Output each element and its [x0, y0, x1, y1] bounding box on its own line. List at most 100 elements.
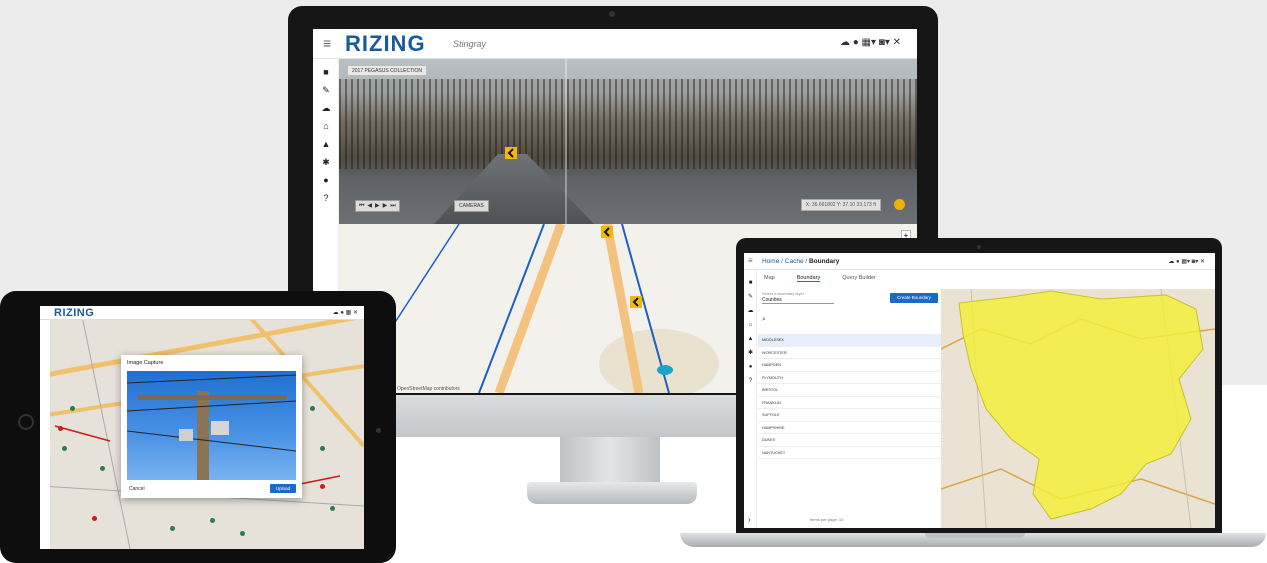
- selected-asset-point[interactable]: [58, 426, 63, 431]
- row-name: SUFFOLK: [762, 413, 780, 417]
- laptop-tabs: Map Boundary Query Builder: [764, 275, 876, 282]
- edit-icon[interactable]: ✎: [321, 85, 331, 95]
- selected-asset-point[interactable]: [92, 516, 97, 521]
- cloud-icon[interactable]: ☁: [321, 103, 331, 113]
- boundary-map[interactable]: [941, 289, 1215, 528]
- asset-point[interactable]: [240, 531, 245, 536]
- first-frame-icon[interactable]: ⏮: [359, 201, 364, 211]
- boundary-table: MIDDLESEX WORCESTER HAMPDEN PLYMOUTH BRI…: [758, 334, 941, 459]
- utility-pole-image: [127, 374, 296, 480]
- asset-point[interactable]: [330, 506, 335, 511]
- street-panorama[interactable]: 2017 PEGASUS COLLECTION ⏮ ◀ ▶ ▶ ⏭ CAMERA…: [339, 59, 917, 224]
- table-row[interactable]: DUKES: [758, 434, 941, 447]
- shapes-icon[interactable]: ▲: [321, 139, 331, 149]
- search-icon[interactable]: ⌕: [762, 316, 766, 324]
- info-icon[interactable]: ●: [321, 175, 331, 185]
- asset-point[interactable]: [170, 526, 175, 531]
- shapes-icon[interactable]: ▲: [747, 336, 754, 343]
- edit-icon[interactable]: ✎: [747, 294, 754, 301]
- chevron-sign-icon: [630, 296, 642, 308]
- step-back-icon[interactable]: ◀: [367, 201, 372, 211]
- coordinate-readout: X: 36.661802 Y: 37.10 33.173 ft: [800, 199, 881, 211]
- laptop-screen: ≡ Home / Cache / Boundary ☁ ● ▦▾ ◙▾ ✕ ■ …: [744, 253, 1215, 528]
- row-name: NANTUCKET: [762, 450, 786, 455]
- breadcrumb-home[interactable]: Home: [762, 258, 779, 265]
- table-row[interactable]: FRANKLIN: [758, 397, 941, 409]
- playback-controls[interactable]: ⏮ ◀ ▶ ▶ ⏭: [355, 200, 400, 212]
- row-name: HAMPDEN: [762, 363, 781, 367]
- breadcrumb-cache[interactable]: Cache: [785, 258, 804, 265]
- cameras-button[interactable]: CAMERAS: [454, 200, 489, 212]
- image-capture-dialog: Image Capture Cancel Upload: [121, 355, 302, 498]
- boundary-layer-label: Select a boundary layer: [762, 291, 805, 296]
- home-icon[interactable]: ⌂: [747, 322, 754, 329]
- settings-icon[interactable]: ✱: [747, 350, 754, 357]
- collection-selector[interactable]: 2017 PEGASUS COLLECTION: [347, 65, 428, 76]
- last-frame-icon[interactable]: ⏭: [390, 201, 395, 211]
- table-row[interactable]: SUFFOLK: [758, 409, 941, 422]
- tablet-toolbar-icons[interactable]: ☁ ● ▦ ✕: [333, 309, 358, 317]
- tab-query-builder[interactable]: Query Builder: [842, 275, 876, 282]
- table-row[interactable]: PLYMOUTH: [758, 372, 941, 384]
- asset-point[interactable]: [210, 518, 215, 523]
- laptop-notch: [925, 533, 1025, 538]
- asset-point[interactable]: [310, 406, 315, 411]
- asset-point[interactable]: [70, 406, 75, 411]
- table-row[interactable]: HAMPDEN: [758, 359, 941, 372]
- table-row[interactable]: NANTUCKET: [758, 447, 941, 459]
- play-icon[interactable]: ▶: [375, 201, 380, 211]
- boundary-layer-select[interactable]: Counties: [762, 297, 834, 304]
- row-name: HAMPSHIRE: [762, 425, 785, 430]
- monitor-stand-neck: [560, 437, 660, 485]
- product-showcase: ≡ RIZING Stingray ☁ ● ▦▾ ◙▾ ✕ ■ ✎ ☁ ⌂ ▲ …: [0, 0, 1267, 563]
- layers-icon[interactable]: ■: [747, 280, 754, 287]
- info-icon[interactable]: ●: [747, 364, 754, 371]
- settings-icon[interactable]: ✱: [321, 157, 331, 167]
- asset-point[interactable]: [100, 466, 105, 471]
- expand-icon[interactable]: ›: [748, 515, 751, 524]
- tab-map[interactable]: Map: [764, 275, 775, 282]
- table-row[interactable]: MIDDLESEX: [758, 334, 941, 347]
- tablet-app-bar: RIZING ☁ ● ▦ ✕: [40, 306, 364, 320]
- tablet-home-button: [18, 414, 34, 430]
- menu-icon[interactable]: ≡: [748, 257, 753, 265]
- monitor-stand-foot: [527, 482, 697, 504]
- captured-photo: [127, 371, 296, 480]
- app-logo: RIZING: [54, 307, 95, 319]
- help-icon[interactable]: ?: [747, 378, 754, 385]
- table-row[interactable]: BRISTOL: [758, 384, 941, 397]
- asset-point[interactable]: [62, 446, 67, 451]
- laptop-app-bar: ≡ Home / Cache / Boundary ☁ ● ▦▾ ◙▾ ✕: [744, 253, 1215, 270]
- tablet-side-rail: [40, 320, 50, 549]
- table-row[interactable]: WORCESTER: [758, 347, 941, 359]
- cloud-icon[interactable]: ☁: [747, 308, 754, 315]
- tab-boundary[interactable]: Boundary: [796, 275, 821, 282]
- layers-icon[interactable]: ■: [321, 67, 331, 77]
- laptop-side-rail: ■ ✎ ☁ ⌂ ▲ ✱ ● ?: [744, 270, 757, 528]
- cancel-button[interactable]: Cancel: [129, 486, 145, 492]
- breadcrumb: Home / Cache / Boundary: [762, 258, 839, 266]
- monitor-camera: [609, 11, 615, 17]
- upload-button[interactable]: Upload: [270, 484, 296, 493]
- selected-asset-point[interactable]: [320, 484, 325, 489]
- row-name: MIDDLESEX: [762, 338, 784, 342]
- menu-icon[interactable]: ≡: [323, 36, 331, 50]
- map-attribution: OpenStreetMap contributors: [397, 386, 460, 392]
- monitor-app-bar: ≡ RIZING Stingray ☁ ● ▦▾ ◙▾ ✕: [313, 29, 917, 59]
- create-boundary-button[interactable]: Create Boundary: [890, 293, 938, 303]
- location-marker-icon[interactable]: [894, 199, 905, 210]
- panorama-trees: [339, 79, 917, 169]
- step-forward-icon[interactable]: ▶: [383, 201, 388, 211]
- panorama-seam: [565, 59, 567, 224]
- help-icon[interactable]: ?: [321, 193, 331, 203]
- top-toolbar-icons[interactable]: ☁ ● ▦▾ ◙▾ ✕: [840, 37, 901, 49]
- pagination-label: Items per page: 10: [810, 517, 844, 522]
- dialog-title: Image Capture: [127, 360, 164, 366]
- tablet-camera: [376, 428, 381, 433]
- vehicle-position-icon: [601, 226, 613, 238]
- app-subtitle: Stingray: [453, 39, 487, 49]
- table-row[interactable]: HAMPSHIRE: [758, 422, 941, 434]
- asset-point[interactable]: [320, 446, 325, 451]
- laptop-toolbar-icons[interactable]: ☁ ● ▦▾ ◙▾ ✕: [1168, 258, 1205, 266]
- home-icon[interactable]: ⌂: [321, 121, 331, 131]
